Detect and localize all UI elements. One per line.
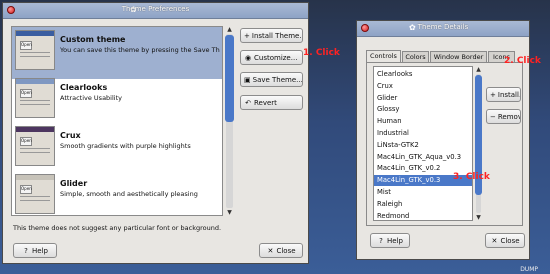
theme-list-item[interactable]: Open Clearlooks Attractive Usability xyxy=(12,75,222,127)
controls-list-item[interactable]: Glider xyxy=(374,93,472,104)
theme-name: Glider xyxy=(60,179,88,188)
controls-list-item[interactable]: Human xyxy=(374,116,472,127)
close-icon: ✕ xyxy=(267,246,274,255)
theme-preferences-titlebar[interactable]: ✿ Theme Preferences xyxy=(3,3,308,19)
controls-list-item[interactable]: Mac4Lin_GTK_Aqua_v0.3 xyxy=(374,152,472,163)
tab-panel: Clearlooks Crux Glider Glossy Human Industria… xyxy=(366,62,523,226)
scroll-down-icon[interactable]: ▼ xyxy=(224,209,235,216)
plus-icon: + xyxy=(244,31,250,40)
watermark: DUMP xyxy=(520,266,538,273)
theme-note: This theme does not suggest any particul… xyxy=(13,224,222,232)
controls-list-item[interactable]: Glossy xyxy=(374,104,472,115)
thumbnail-label: Open xyxy=(20,41,32,50)
controls-list-item[interactable]: Clearlooks xyxy=(374,69,472,80)
plus-icon: + xyxy=(490,90,496,99)
revert-button[interactable]: ↶ Revert xyxy=(240,95,303,110)
thumbnail-titlebar xyxy=(16,31,54,36)
scroll-thumb[interactable] xyxy=(225,35,234,122)
save-icon: ▣ xyxy=(244,75,251,84)
theme-name: Custom theme xyxy=(60,35,126,44)
save-theme-button[interactable]: ▣ Save Theme... xyxy=(240,72,303,87)
controls-list-scrollbar[interactable]: ▲ ▼ xyxy=(474,66,483,221)
controls-list-item[interactable]: Industrial xyxy=(374,128,472,139)
thumbnail-label: Open xyxy=(20,137,32,146)
step2-callout: 2. Click xyxy=(504,56,541,66)
scroll-up-icon[interactable]: ▲ xyxy=(474,66,483,73)
theme-list: Open Custom theme You can save this theme … xyxy=(11,26,223,216)
thumbnail-titlebar xyxy=(16,127,54,132)
theme-list-item[interactable]: Open Crux Smooth gradients with purple hig… xyxy=(12,123,222,175)
close-button[interactable]: ✕ Close xyxy=(259,243,303,258)
theme-description: Smooth gradients with purple highlights xyxy=(60,142,191,150)
help-button[interactable]: ? Help xyxy=(370,233,410,248)
thumbnail-label: Open xyxy=(20,185,32,194)
thumbnail-titlebar xyxy=(16,79,54,84)
tab-colors[interactable]: Colors xyxy=(402,51,429,62)
theme-thumbnail: Open xyxy=(15,174,55,214)
theme-thumbnail: Open xyxy=(15,30,55,70)
theme-details-titlebar[interactable]: ✿ Theme Details xyxy=(357,21,529,37)
customize-icon: ◉ xyxy=(244,53,252,62)
help-icon: ? xyxy=(24,246,28,255)
close-button[interactable]: ✕ Close xyxy=(485,233,525,248)
customize-button[interactable]: ◉ Customize... xyxy=(240,50,303,65)
theme-thumbnail: Open xyxy=(15,78,55,118)
theme-list-scrollbar[interactable]: ▲ ▼ xyxy=(224,26,235,216)
window-title: Theme Details xyxy=(417,23,469,31)
theme-name: Crux xyxy=(60,131,81,140)
theme-description: Simple, smooth and aesthetically pleasin… xyxy=(60,190,198,198)
theme-preferences-window: ✿ Theme Preferences Open Custom theme You … xyxy=(2,2,309,264)
thumbnail-label: Open xyxy=(20,89,32,98)
window-title: Theme Preferences xyxy=(121,5,190,13)
scroll-down-icon[interactable]: ▼ xyxy=(474,214,483,221)
scroll-up-icon[interactable]: ▲ xyxy=(224,26,235,33)
install-theme-button[interactable]: + Install Theme... xyxy=(240,28,303,43)
remove-button[interactable]: −Remove xyxy=(486,109,521,124)
tab-window-border[interactable]: Window Border xyxy=(430,51,487,62)
controls-list-item[interactable]: Crux xyxy=(374,81,472,92)
remove-icon: − xyxy=(490,112,496,121)
theme-list-item[interactable]: Open Glider Simple, smooth and aesthetical… xyxy=(12,171,222,215)
step3-callout: 3. Click xyxy=(453,172,490,182)
theme-thumbnail: Open xyxy=(15,126,55,166)
theme-description: Attractive Usability xyxy=(60,94,122,102)
thumbnail-lines xyxy=(20,196,50,197)
thumbnail-lines xyxy=(20,148,50,149)
close-icon: ✕ xyxy=(491,236,498,245)
theme-list-item[interactable]: Open Custom theme You can save this theme … xyxy=(12,27,222,79)
thumbnail-titlebar xyxy=(16,175,54,180)
revert-icon: ↶ xyxy=(245,98,251,107)
install-button[interactable]: +Install... xyxy=(486,87,521,102)
step1-callout: 1. Click xyxy=(303,48,340,58)
controls-list-item[interactable]: Mist xyxy=(374,187,472,198)
controls-list-item[interactable]: Raleigh xyxy=(374,199,472,210)
theme-description: You can save this theme by pressing the … xyxy=(60,46,220,54)
thumbnail-lines xyxy=(20,100,50,101)
thumbnail-lines xyxy=(20,52,50,53)
controls-list-item[interactable]: Redmond xyxy=(374,211,472,220)
theme-name: Clearlooks xyxy=(60,83,108,92)
help-icon: ? xyxy=(379,236,383,245)
controls-list-item[interactable]: LiNsta-GTK2 xyxy=(374,140,472,151)
controls-list: Clearlooks Crux Glider Glossy Human Industria… xyxy=(373,66,473,221)
help-button[interactable]: ? Help xyxy=(13,243,57,258)
